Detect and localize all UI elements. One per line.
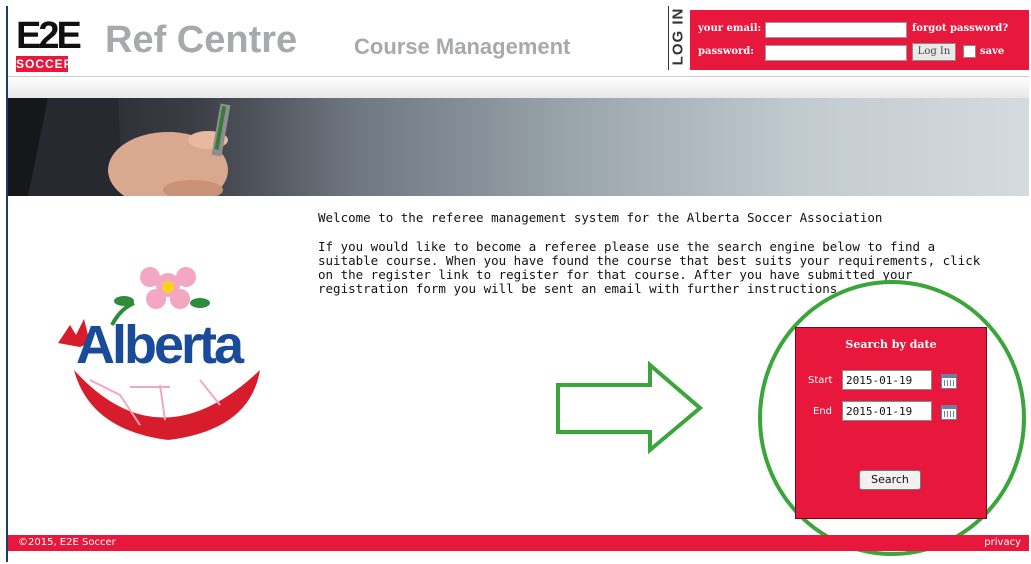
arrow-icon [556, 360, 704, 455]
save-checkbox[interactable] [963, 45, 976, 58]
start-date-field[interactable]: 2015-01-19 [842, 370, 932, 390]
search-by-date-panel: Search by date Start 2015-01-19 End 2015… [795, 327, 987, 519]
e2e-logo[interactable]: E2E SOCCER [16, 16, 96, 74]
login-panel: your email: forgot password? password: L… [690, 10, 1029, 70]
logo-soccer-text: SOCCER [16, 56, 74, 72]
password-field[interactable] [765, 45, 907, 61]
copyright-text: ©2015, E2E Soccer [18, 537, 116, 548]
footer: ©2015, E2E Soccer privacy [8, 535, 1029, 551]
login-tab-label: LOG IN [669, 7, 687, 66]
start-calendar-icon[interactable] [941, 374, 957, 389]
logo-e2e-text: E2E [16, 15, 82, 57]
brand-title: Ref Centre [105, 19, 298, 61]
email-label: your email: [698, 23, 762, 34]
soccer-ball-shape [74, 370, 260, 440]
forgot-password-link[interactable]: forgot password? [912, 23, 1008, 34]
welcome-text: Welcome to the referee management system… [318, 210, 883, 225]
privacy-link[interactable]: privacy [984, 537, 1021, 548]
email-field[interactable] [765, 22, 907, 38]
end-label: End [813, 406, 833, 417]
save-label: save [980, 46, 1005, 57]
password-label: password: [698, 46, 754, 57]
login-tab: LOG IN [668, 6, 691, 70]
alberta-soccer-logo: Alberta [58, 267, 260, 440]
alberta-wordmark: Alberta [76, 315, 245, 375]
end-date-field[interactable]: 2015-01-19 [842, 401, 932, 421]
login-button[interactable]: Log In [912, 43, 956, 61]
start-label: Start [808, 375, 833, 386]
referee-whistle-image [8, 98, 231, 196]
search-button[interactable]: Search [859, 470, 921, 490]
search-panel-title: Search by date [845, 338, 937, 351]
end-calendar-icon[interactable] [941, 405, 957, 420]
header-banner [8, 98, 1029, 196]
brand-subtitle: Course Management [354, 34, 571, 59]
nav-bar [8, 76, 1029, 100]
